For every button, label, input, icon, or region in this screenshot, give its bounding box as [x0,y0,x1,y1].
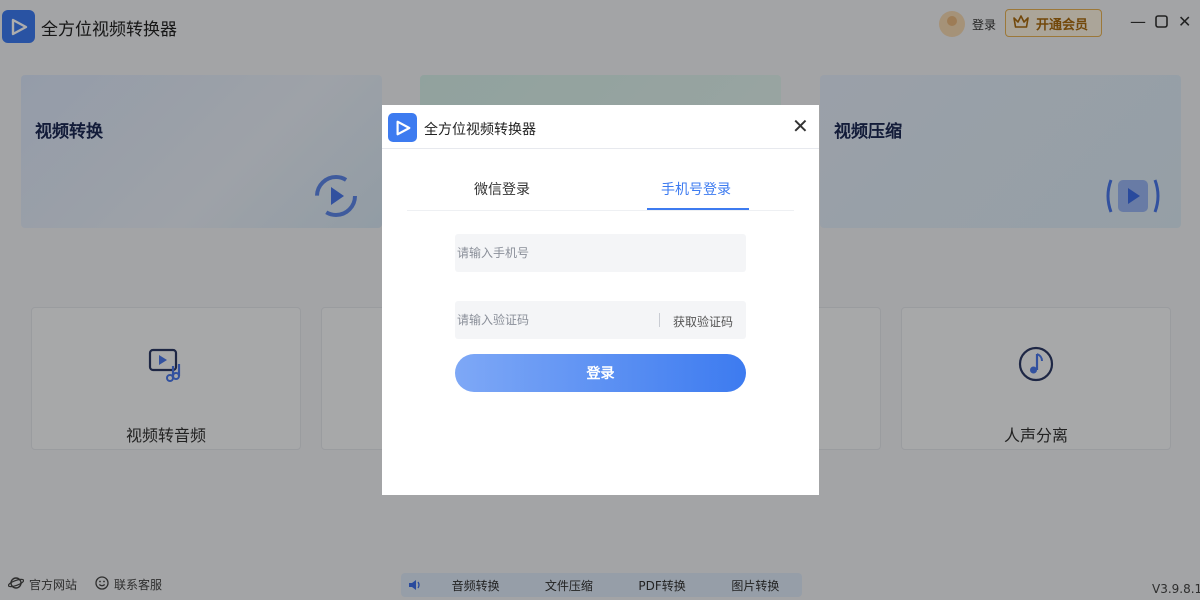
dialog-title: 全方位视频转换器 [424,122,536,138]
tab-wechat-login[interactable]: 微信登录 [474,179,530,199]
close-icon[interactable]: ✕ [792,116,809,136]
verification-code-group: 获取验证码 [455,301,746,339]
login-tabs: 微信登录 手机号登录 [407,171,794,211]
login-dialog: 全方位视频转换器 ✕ 微信登录 手机号登录 获取验证码 登录 [382,105,819,495]
tab-phone-login[interactable]: 手机号登录 [661,179,731,199]
verification-code-input[interactable] [455,301,655,339]
active-tab-indicator [647,208,749,210]
login-submit-button[interactable]: 登录 [455,354,746,392]
phone-input[interactable] [455,234,746,272]
dialog-logo-icon [388,113,417,142]
dialog-header: 全方位视频转换器 ✕ [382,105,819,149]
code-divider [659,313,660,327]
get-code-button[interactable]: 获取验证码 [673,313,733,330]
